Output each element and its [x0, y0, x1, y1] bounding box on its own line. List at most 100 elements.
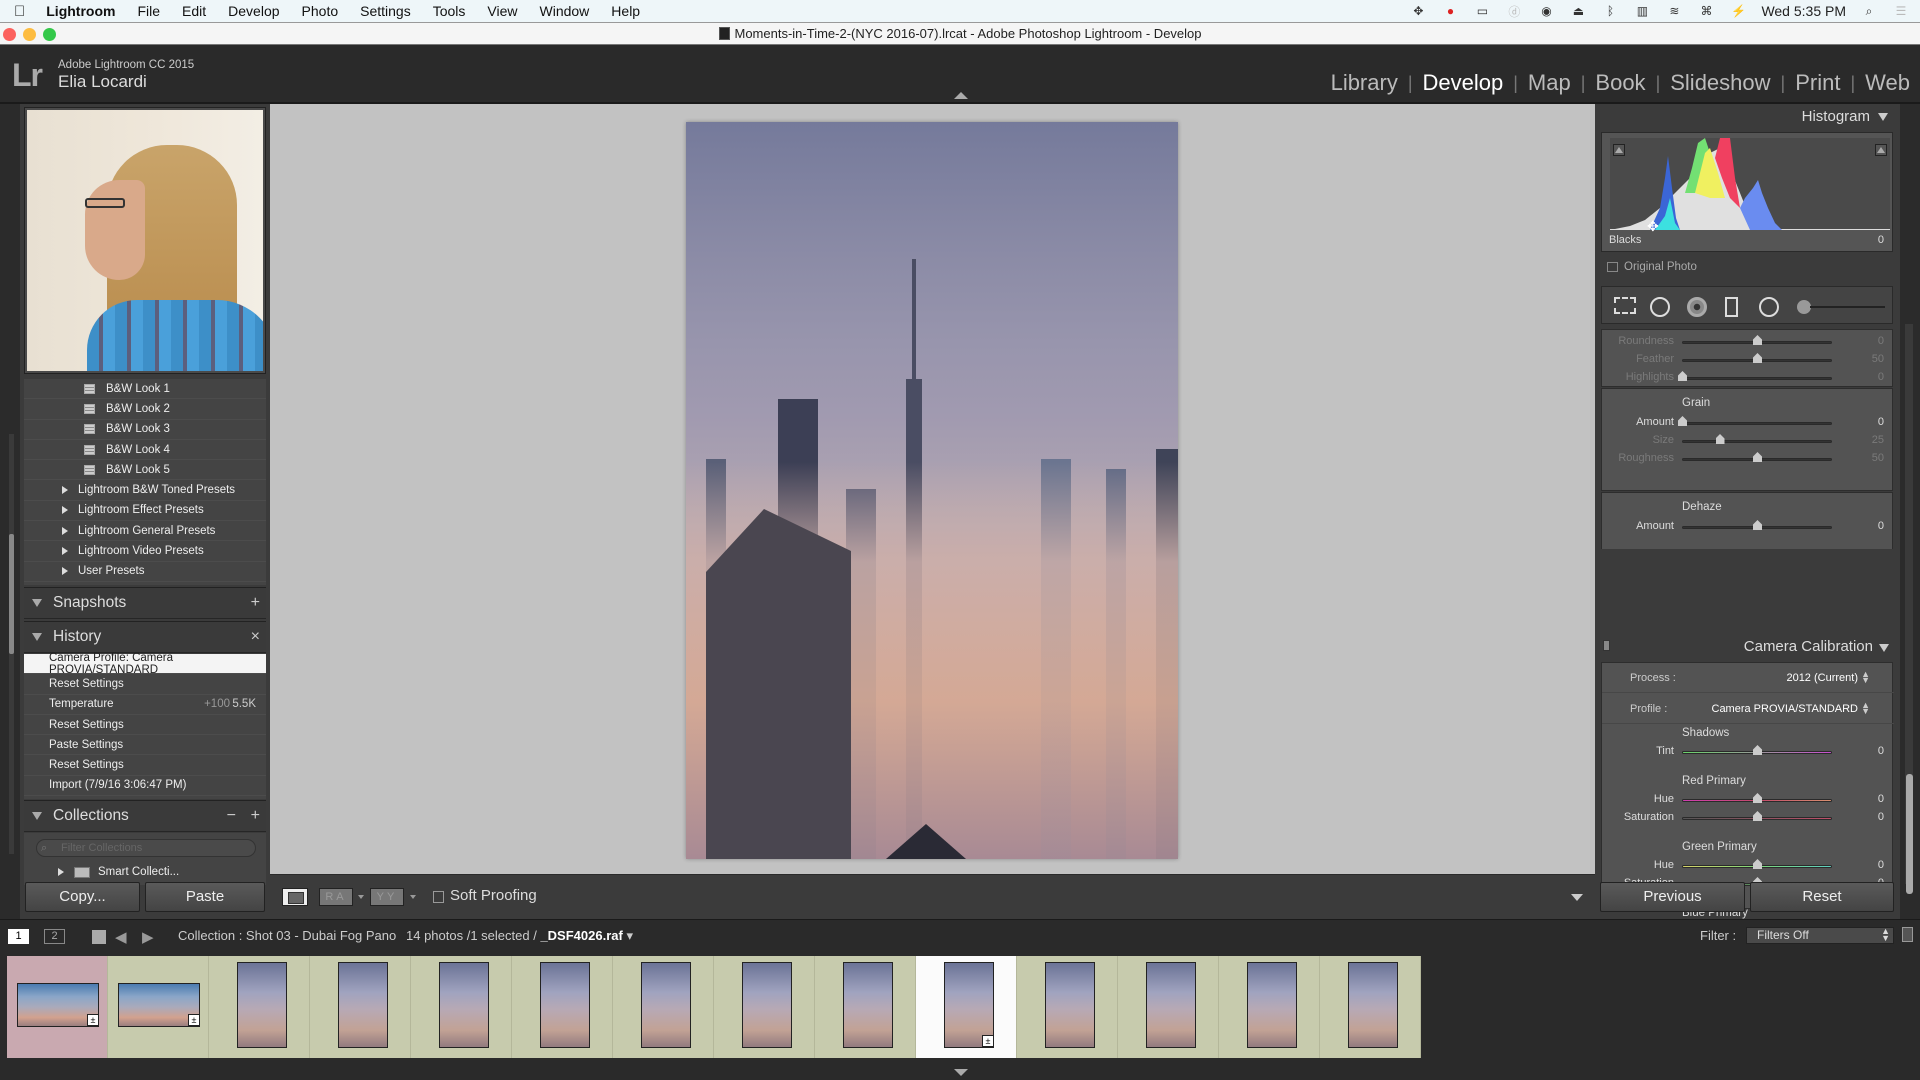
- slider-value[interactable]: 0: [1878, 520, 1884, 532]
- slider-knob[interactable]: [1678, 416, 1687, 426]
- original-photo-toggle[interactable]: Original Photo: [1607, 261, 1697, 273]
- develop-adjustments-badge-icon[interactable]: ±: [87, 1014, 99, 1026]
- snapshots-panel-header[interactable]: Snapshots +: [24, 587, 266, 619]
- paste-settings-button[interactable]: Paste: [145, 882, 265, 912]
- menu-view[interactable]: View: [476, 0, 528, 22]
- main-screen-button[interactable]: 1: [8, 929, 29, 944]
- filmstrip-cell[interactable]: ±: [916, 956, 1017, 1058]
- profile-select[interactable]: Camera PROVIA/STANDARD: [1712, 703, 1859, 715]
- module-web[interactable]: Web: [1855, 70, 1920, 96]
- filmstrip-cell[interactable]: [714, 956, 815, 1058]
- slider-value[interactable]: 0: [1878, 793, 1884, 805]
- add-collection-button[interactable]: +: [251, 807, 260, 825]
- histogram-panel-header[interactable]: Histogram: [1802, 108, 1888, 125]
- graduated-filter-tool-icon[interactable]: [1725, 297, 1738, 317]
- reset-button[interactable]: Reset: [1750, 882, 1894, 912]
- notification-center-icon[interactable]: ☰: [1892, 4, 1910, 18]
- preset-item[interactable]: B&W Look 5: [24, 460, 266, 481]
- profile-row[interactable]: Profile : Camera PROVIA/STANDARD ▲ ▼: [1602, 694, 1894, 724]
- original-photo-checkbox[interactable]: [1607, 262, 1618, 272]
- creative-cloud-icon[interactable]: ●: [1441, 4, 1459, 18]
- keyboard-icon[interactable]: ⌘: [1697, 4, 1715, 18]
- preset-folder[interactable]: Lightroom Effect Presets: [24, 501, 266, 522]
- wifi-icon[interactable]: ≋: [1665, 4, 1683, 18]
- module-map[interactable]: Map: [1518, 70, 1581, 96]
- menu-develop[interactable]: Develop: [217, 0, 290, 22]
- slider-knob[interactable]: [1753, 353, 1762, 363]
- menu-edit[interactable]: Edit: [171, 0, 217, 22]
- slider-knob[interactable]: [1753, 745, 1762, 755]
- histogram[interactable]: ✥ Blacks 0: [1601, 132, 1893, 252]
- filmstrip-thumbnail[interactable]: [843, 962, 893, 1048]
- battery-charging-icon[interactable]: ⚡: [1729, 4, 1747, 18]
- adjustment-brush-tool-icon[interactable]: [1797, 300, 1811, 314]
- copy-settings-button[interactable]: Copy...: [25, 882, 140, 912]
- preset-item[interactable]: B&W Look 2: [24, 399, 266, 420]
- right-scrollbar-thumb[interactable]: [1906, 774, 1913, 894]
- filmstrip-cell[interactable]: [815, 956, 916, 1058]
- grain-size-slider[interactable]: [1682, 440, 1832, 443]
- filmstrip-collapse-icon[interactable]: [954, 1069, 968, 1076]
- panel-switch-icon[interactable]: [1603, 640, 1610, 651]
- menu-clock[interactable]: Wed 5:35 PM: [1761, 3, 1846, 19]
- camera-calibration-header[interactable]: Camera Calibration: [1601, 634, 1893, 660]
- module-slideshow[interactable]: Slideshow: [1660, 70, 1780, 96]
- highlight-clipping-indicator[interactable]: [1875, 144, 1887, 156]
- slider-value[interactable]: 0: [1878, 416, 1884, 428]
- module-book[interactable]: Book: [1585, 70, 1655, 96]
- apple-menu-icon[interactable]: : [0, 3, 35, 20]
- preset-item[interactable]: B&W Look 3: [24, 420, 266, 440]
- history-panel-header[interactable]: History ×: [24, 621, 266, 653]
- filmstrip-count[interactable]: 14 photos /1 selected / _DSF4026.raf ▾: [406, 928, 633, 944]
- airplay-icon[interactable]: ⏏: [1569, 4, 1587, 18]
- filmstrip-thumbnail[interactable]: [742, 962, 792, 1048]
- history-item[interactable]: Camera Profile: Camera PROVIA/STANDARD: [24, 652, 266, 676]
- circle-d-icon[interactable]: ⓓ: [1505, 4, 1523, 19]
- loupe-view-button[interactable]: [282, 888, 308, 906]
- slider-value[interactable]: 50: [1872, 452, 1884, 464]
- filmstrip-cell[interactable]: ±: [7, 956, 108, 1058]
- filmstrip-cell[interactable]: ±: [108, 956, 209, 1058]
- soft-proofing-checkbox[interactable]: [433, 891, 444, 903]
- secondary-screen-button[interactable]: 2: [44, 929, 65, 944]
- menu-settings[interactable]: Settings: [349, 0, 422, 22]
- preset-folder[interactable]: Lightroom General Presets: [24, 521, 266, 542]
- slider-value[interactable]: 0: [1878, 335, 1884, 347]
- filmstrip-cell[interactable]: [1118, 956, 1219, 1058]
- history-item[interactable]: Reset Settings: [24, 674, 266, 695]
- spot-removal-tool-icon[interactable]: [1650, 297, 1670, 317]
- filmstrip-thumbnail[interactable]: [1348, 962, 1398, 1048]
- forward-arrow-icon[interactable]: ▶: [142, 928, 154, 946]
- top-panel-collapse-icon[interactable]: [954, 92, 968, 99]
- history-item[interactable]: Reset Settings: [24, 715, 266, 736]
- histogram-plot[interactable]: ✥: [1610, 138, 1890, 234]
- filmstrip-thumbnail[interactable]: [237, 962, 287, 1048]
- clear-history-button[interactable]: ×: [251, 628, 260, 646]
- before-after-dropdown-icon[interactable]: [358, 895, 364, 899]
- filmstrip-source[interactable]: Collection : Shot 03 - Dubai Fog Pano: [178, 928, 396, 943]
- display-icon[interactable]: ▭: [1473, 4, 1491, 18]
- slider-knob[interactable]: [1753, 793, 1762, 803]
- navigator-preview[interactable]: [24, 107, 266, 374]
- slider-knob[interactable]: [1715, 434, 1725, 444]
- record-icon[interactable]: ◉: [1537, 4, 1555, 18]
- filmstrip-thumbnail[interactable]: [338, 962, 388, 1048]
- preset-folder[interactable]: Lightroom B&W Toned Presets: [24, 480, 266, 501]
- slider-knob[interactable]: [1753, 520, 1762, 530]
- slider-value[interactable]: 0: [1878, 745, 1884, 757]
- history-item[interactable]: Paste Settings: [24, 735, 266, 756]
- history-item[interactable]: Temperature +100 5.5K: [24, 695, 266, 715]
- preset-item[interactable]: B&W Look 4: [24, 440, 266, 461]
- filter-lock-icon[interactable]: [1902, 927, 1913, 942]
- filmstrip-thumbnail[interactable]: [1045, 962, 1095, 1048]
- filter-select[interactable]: Filters Off ▲ ▼: [1746, 927, 1894, 944]
- brush-slider-track[interactable]: [1810, 306, 1885, 308]
- slider-knob[interactable]: [1753, 811, 1762, 821]
- filmstrip-thumbnail[interactable]: [1247, 962, 1297, 1048]
- filename-dropdown-icon[interactable]: ▾: [626, 928, 633, 943]
- module-print[interactable]: Print: [1785, 70, 1850, 96]
- filmstrip-cell[interactable]: [209, 956, 310, 1058]
- preset-folder[interactable]: Lightroom Video Presets: [24, 541, 266, 562]
- add-snapshot-button[interactable]: +: [251, 594, 260, 612]
- before-after-split-button[interactable]: YY: [370, 888, 404, 906]
